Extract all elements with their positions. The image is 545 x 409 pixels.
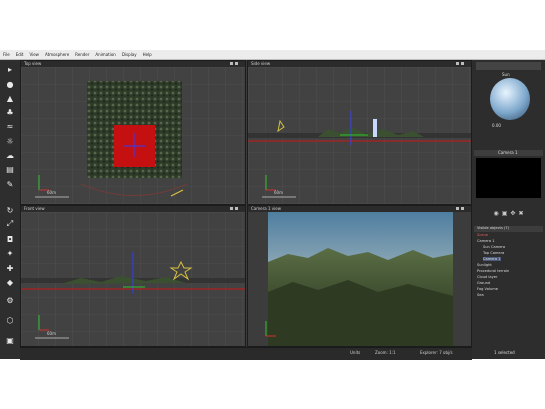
object-tree: Scene Camera 1 Sun Camera Top Camera Cam… (474, 233, 543, 343)
side-view-canvas[interactable]: 60m (248, 67, 472, 205)
object-toolbar: ◉ ▣ ✥ ✖ (474, 210, 543, 218)
menu-animation[interactable]: Animation (92, 52, 118, 57)
camera-preview (476, 158, 541, 198)
clipboard-icon[interactable]: ▤ (5, 164, 15, 174)
tree-item[interactable]: Sunlight (477, 263, 492, 267)
tree-item[interactable]: Sun Camera (483, 245, 505, 249)
selection-gizmo[interactable] (373, 119, 377, 137)
scale-label: 60m (47, 190, 56, 195)
sun-label: Sun (502, 72, 510, 77)
status-bar: Units Zoom: 1:1 Explorer: 7 obj/s (20, 347, 472, 360)
tree-item[interactable]: Fog Volume (477, 287, 498, 291)
tree-item[interactable]: Camera 1 (477, 239, 495, 243)
light-icon[interactable]: ✦ (5, 248, 15, 258)
selection-count: 1 selected (494, 350, 515, 355)
status-zoom: Zoom: 1:1 (375, 350, 396, 355)
front-view-canvas[interactable]: 60m (21, 212, 246, 347)
sphere-icon[interactable]: ● (5, 79, 15, 89)
population-icon[interactable]: ♣ (5, 107, 15, 117)
viewport-front[interactable]: Front view 60m (20, 205, 246, 347)
menu-edit[interactable]: Edit (13, 52, 27, 57)
right-panel: Sun 0.00 Camera 1 ◉ ▣ ✥ ✖ Visible object… (472, 60, 545, 359)
tree-item[interactable]: Cloud layer (477, 275, 497, 279)
camera-icon[interactable]: ◘ (5, 234, 15, 244)
select-icon[interactable]: ▸ (5, 64, 15, 74)
viewport-top[interactable]: Top view 60m (20, 60, 246, 205)
panel-tabs[interactable] (476, 62, 541, 70)
settings-icon[interactable]: ⚙ (5, 295, 15, 305)
viewport-controls[interactable] (230, 62, 242, 66)
camera-view-canvas[interactable] (248, 212, 472, 347)
viewport-side[interactable]: Side view 60m (247, 60, 472, 205)
node-icon[interactable]: ◆ (5, 277, 15, 287)
tree-item[interactable]: Sea (477, 293, 484, 297)
axis-icon[interactable]: ✚ (5, 263, 15, 273)
sun-icon[interactable]: ☼ (5, 136, 15, 146)
tree-item[interactable]: Procedural terrain (477, 269, 509, 273)
tree-item[interactable]: Top Camera (483, 251, 504, 255)
menu-display[interactable]: Display (119, 52, 140, 57)
menu-help[interactable]: Help (140, 52, 155, 57)
status-explorer: Explorer: 7 obj/s (420, 350, 453, 355)
viewport-camera[interactable]: Camera 1 view (247, 205, 472, 347)
gizmo-icon[interactable]: ⬡ (5, 315, 15, 325)
menu-bar: File Edit View Atmosphere Render Animati… (0, 50, 545, 60)
menu-file[interactable]: File (0, 52, 13, 57)
tree-item-selected[interactable]: Camera 1 (483, 257, 501, 261)
top-view-canvas[interactable]: 60m (21, 67, 246, 205)
lock-icon[interactable]: ▣ (502, 210, 508, 218)
scale-label: 60m (47, 331, 56, 336)
delete-icon[interactable]: ✖ (518, 210, 523, 218)
viewport-controls[interactable] (230, 207, 242, 211)
water-icon[interactable]: ≈ (5, 121, 15, 131)
snap-icon[interactable]: ▣ (5, 335, 15, 345)
brush-icon[interactable]: ✎ (5, 179, 15, 189)
eye-icon[interactable]: ◉ (494, 210, 499, 218)
scale-label: 60m (274, 190, 283, 195)
rotate-icon[interactable]: ↻ (5, 205, 15, 215)
scale-icon[interactable]: ⤢ (5, 219, 15, 229)
terrain-icon[interactable]: ▲ (5, 93, 15, 103)
cloud-icon[interactable]: ☁ (5, 150, 15, 160)
menu-atmosphere[interactable]: Atmosphere (42, 52, 72, 57)
tree-item[interactable]: Scene (477, 233, 488, 237)
sun-value: 0.00 (492, 123, 501, 128)
sun-preview-sphere[interactable] (490, 78, 530, 120)
tree-item[interactable]: Ground (477, 281, 490, 285)
viewport-controls[interactable] (456, 207, 468, 211)
move-icon[interactable]: ✥ (510, 210, 515, 218)
status-units: Units (350, 350, 361, 355)
menu-view[interactable]: View (26, 52, 42, 57)
left-toolbar: ▸ ● ▲ ♣ ≈ ☼ ☁ ▤ ✎ ↻ ⤢ ◘ ✦ ✚ ◆ ⚙ ⬡ ▣ (0, 60, 20, 359)
application-window: File Edit View Atmosphere Render Animati… (0, 50, 545, 360)
tree-header: Visible objects (7) (474, 226, 543, 232)
camera-header[interactable]: Camera 1 (474, 150, 543, 156)
viewport-controls[interactable] (456, 62, 468, 66)
menu-render[interactable]: Render (72, 52, 92, 57)
